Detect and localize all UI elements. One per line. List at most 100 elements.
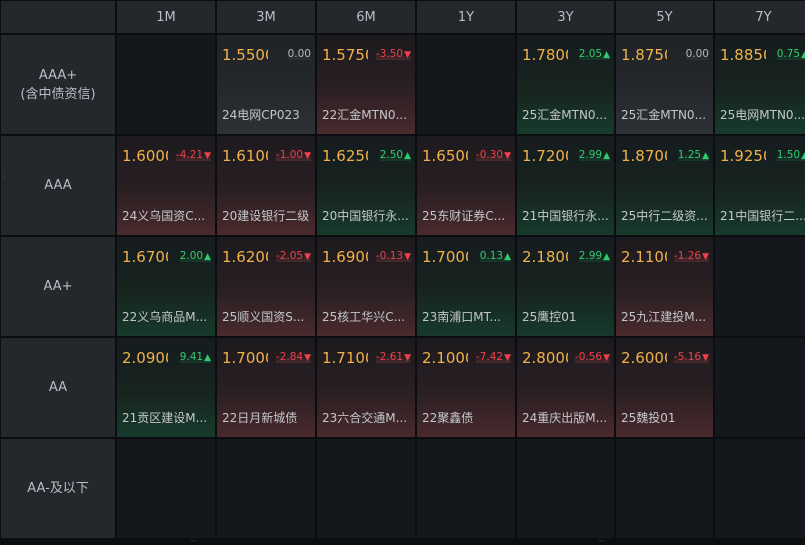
change-amount: 9.41 bbox=[179, 351, 204, 363]
bond-name: 25魏投01 bbox=[621, 411, 676, 425]
yield-cell[interactable]: 2.1100 -1.26▼ 25九江建投M... bbox=[616, 237, 713, 336]
empty-cell bbox=[317, 439, 415, 538]
change-value: 0.00 bbox=[287, 48, 311, 60]
yield-cell[interactable]: 1.8750 0.00 25汇金MTN0... bbox=[616, 35, 713, 134]
change-value: 1.25▲ bbox=[677, 149, 709, 161]
resize-handle-bottom-right[interactable]: ⋯ bbox=[598, 537, 605, 545]
change-value: -3.50▼ bbox=[375, 48, 411, 60]
change-value: -4.21▼ bbox=[175, 149, 211, 161]
empty-cell bbox=[517, 439, 614, 538]
column-header-6m[interactable]: 6M bbox=[317, 1, 415, 33]
empty-cell bbox=[417, 439, 515, 538]
bond-name: 21中国银行二... bbox=[720, 209, 805, 223]
rating-label: AA-及以下 bbox=[27, 481, 89, 496]
change-value: 0.00 bbox=[685, 48, 709, 60]
bond-name: 25电网MTN0... bbox=[720, 108, 805, 122]
change-amount: 2.99 bbox=[578, 250, 603, 262]
column-header-1y[interactable]: 1Y bbox=[417, 1, 515, 33]
change-amount: 1.50 bbox=[776, 149, 801, 161]
row-header-3[interactable]: AA bbox=[1, 338, 115, 437]
yield-cell[interactable]: 1.7800 2.05▲ 25汇金MTN0... bbox=[517, 35, 614, 134]
yield-rate: 1.7100 bbox=[322, 349, 368, 367]
change-value: -2.05▼ bbox=[275, 250, 311, 262]
change-value: -0.30▼ bbox=[475, 149, 511, 161]
change-amount: -0.30 bbox=[475, 149, 504, 161]
bond-name: 22日月新城债 bbox=[222, 411, 298, 425]
yield-cell[interactable]: 1.5500 0.00 24电网CP023 bbox=[217, 35, 315, 134]
triangle-down-icon: ▼ bbox=[504, 151, 511, 161]
triangle-down-icon: ▼ bbox=[304, 151, 311, 161]
row-header-1[interactable]: AAA bbox=[1, 136, 115, 235]
yield-cell[interactable]: 1.7000 0.13▲ 23南浦口MT... bbox=[417, 237, 515, 336]
row-header-4[interactable]: AA-及以下 bbox=[1, 439, 115, 538]
change-value: 9.41▲ bbox=[179, 351, 211, 363]
yield-cell[interactable]: 2.1000 -7.42▼ 22聚鑫债 bbox=[417, 338, 515, 437]
yield-cell[interactable]: 1.7000 -2.84▼ 22日月新城债 bbox=[217, 338, 315, 437]
empty-cell bbox=[616, 439, 713, 538]
triangle-down-icon: ▼ bbox=[702, 353, 709, 363]
yield-cell[interactable]: 1.6500 -0.30▼ 25东财证券C... bbox=[417, 136, 515, 235]
triangle-up-icon: ▲ bbox=[603, 151, 610, 161]
row-header-0[interactable]: AAA+ (含中债资信) bbox=[1, 35, 115, 134]
triangle-down-icon: ▼ bbox=[304, 252, 311, 262]
resize-handle-left[interactable]: ⋮ bbox=[1, 173, 8, 181]
yield-rate: 1.6250 bbox=[322, 147, 368, 165]
column-header-5y[interactable]: 5Y bbox=[616, 1, 713, 33]
corner-cell bbox=[1, 1, 115, 33]
change-value: 2.99▲ bbox=[578, 149, 610, 161]
bond-name: 20中国银行永... bbox=[322, 209, 409, 223]
yield-cell[interactable]: 1.6100 -1.00▼ 20建设银行二级 bbox=[217, 136, 315, 235]
change-amount: -0.13 bbox=[375, 250, 404, 262]
column-header-1m[interactable]: 1M bbox=[117, 1, 215, 33]
yield-rate: 2.1800 bbox=[522, 248, 568, 266]
change-value: 2.00▲ bbox=[179, 250, 211, 262]
change-value: -5.16▼ bbox=[673, 351, 709, 363]
triangle-down-icon: ▼ bbox=[204, 151, 211, 161]
yield-cell[interactable]: 2.8000 -0.56▼ 24重庆出版M... bbox=[517, 338, 614, 437]
change-amount: 0.00 bbox=[685, 48, 709, 60]
yield-cell[interactable]: 1.6900 -0.13▼ 25核工华兴C... bbox=[317, 237, 415, 336]
change-value: -7.42▼ bbox=[475, 351, 511, 363]
yield-cell[interactable]: 1.9250 1.50▲ 21中国银行二... bbox=[715, 136, 805, 235]
yield-cell[interactable]: 1.6200 -2.05▼ 25顺义国资S... bbox=[217, 237, 315, 336]
change-amount: 0.75 bbox=[776, 48, 801, 60]
yield-cell[interactable]: 1.6250 2.50▲ 20中国银行永... bbox=[317, 136, 415, 235]
yield-cell[interactable]: 1.8700 1.25▲ 25中行二级资... bbox=[616, 136, 713, 235]
column-header-3y[interactable]: 3Y bbox=[517, 1, 614, 33]
change-value: 2.05▲ bbox=[578, 48, 610, 60]
empty-cell bbox=[715, 237, 805, 336]
yield-cell[interactable]: 1.5750 -3.50▼ 22汇金MTN0... bbox=[317, 35, 415, 134]
yield-cell[interactable]: 1.7200 2.99▲ 21中国银行永... bbox=[517, 136, 614, 235]
empty-cell bbox=[715, 338, 805, 437]
yield-cell[interactable]: 1.6700 2.00▲ 22义乌商品M... bbox=[117, 237, 215, 336]
triangle-down-icon: ▼ bbox=[404, 50, 411, 60]
bond-name: 22义乌商品M... bbox=[122, 310, 208, 324]
yield-rate: 1.5750 bbox=[322, 46, 368, 64]
change-amount: 1.25 bbox=[677, 149, 702, 161]
triangle-up-icon: ▲ bbox=[204, 252, 211, 262]
yield-cell[interactable]: 2.1800 2.99▲ 25鹰控01 bbox=[517, 237, 614, 336]
row-header-2[interactable]: AA+ bbox=[1, 237, 115, 336]
yield-rate: 2.0900 bbox=[122, 349, 168, 367]
yield-rate: 1.6100 bbox=[222, 147, 268, 165]
yield-cell[interactable]: 1.8850 0.75▲ 25电网MTN0... bbox=[715, 35, 805, 134]
yield-rate: 1.7200 bbox=[522, 147, 568, 165]
change-value: 2.50▲ bbox=[379, 149, 411, 161]
change-amount: -2.84 bbox=[275, 351, 304, 363]
change-amount: 2.05 bbox=[578, 48, 603, 60]
yield-rate: 1.7000 bbox=[422, 248, 468, 266]
triangle-down-icon: ▼ bbox=[603, 353, 610, 363]
change-amount: 2.99 bbox=[578, 149, 603, 161]
triangle-down-icon: ▼ bbox=[404, 252, 411, 262]
empty-cell bbox=[217, 439, 315, 538]
yield-cell[interactable]: 1.6000 -4.21▼ 24义乌国资C... bbox=[117, 136, 215, 235]
column-header-7y[interactable]: 7Y bbox=[715, 1, 805, 33]
resize-handle-bottom-left[interactable]: ⋯ bbox=[190, 537, 197, 545]
triangle-down-icon: ▼ bbox=[304, 353, 311, 363]
yield-cell[interactable]: 2.0900 9.41▲ 21贡区建设M... bbox=[117, 338, 215, 437]
bond-name: 25汇金MTN0... bbox=[522, 108, 608, 122]
change-value: 0.75▲ bbox=[776, 48, 805, 60]
yield-cell[interactable]: 2.6000 -5.16▼ 25魏投01 bbox=[616, 338, 713, 437]
yield-cell[interactable]: 1.7100 -2.61▼ 23六合交通M... bbox=[317, 338, 415, 437]
column-header-3m[interactable]: 3M bbox=[217, 1, 315, 33]
